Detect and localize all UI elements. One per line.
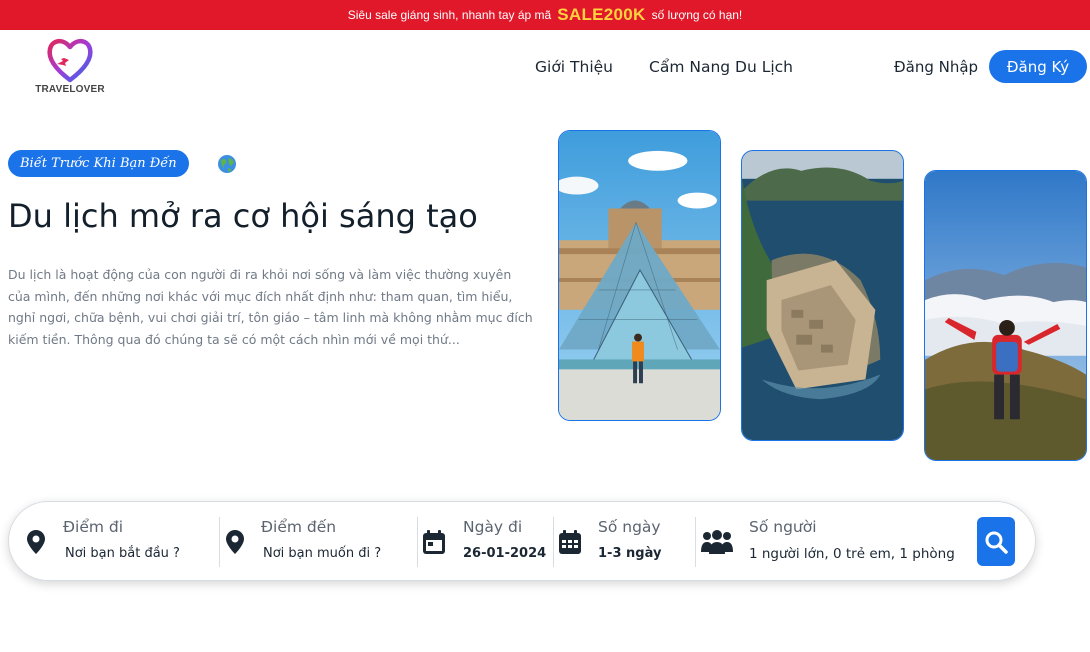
search-days-input[interactable]: 1-3 ngày [598,546,661,561]
search-icon [985,531,1008,554]
louvre-pyramid-image [559,131,720,420]
promo-text-after: số lượng có hạn! [651,8,743,22]
promo-code: SALE200K [557,5,646,24]
photo-mountain [924,170,1087,461]
hero-title: Du lịch mở ra cơ hội sáng tạo [8,197,478,235]
mountain-hiker-image [925,171,1086,460]
signup-button[interactable]: Đăng Ký [989,50,1087,83]
search-date-input[interactable]: 26-01-2024 [463,546,546,561]
island-fortress-image [742,151,903,440]
search-from-field[interactable]: Điểm đi Nơi bạn bắt đầu ? [27,502,217,582]
search-people-label: Số người [749,518,817,536]
brand-name: TRAVELOVER [35,84,105,95]
divider [553,517,554,567]
photo-fortress [741,150,904,441]
divider [219,517,220,567]
search-to-input[interactable]: Nơi bạn muốn đi ? [263,546,381,561]
heart-logo-icon [47,39,93,83]
top-nav: TRAVELOVER Giới Thiệu Cẩm Nang Du Lịch Đ… [0,30,1090,110]
promo-text-before: Siêu sale giáng sinh, nhanh tay áp mã [347,8,552,22]
search-bar: Điểm đi Nơi bạn bắt đầu ? Điểm đến Nơi b… [8,501,1036,581]
photo-louvre [558,130,721,421]
calendar-grid-icon [559,530,581,554]
nav-item-gioi-thieu[interactable]: Giới Thiệu [535,58,613,76]
search-to-label: Điểm đến [261,518,337,536]
promo-banner: Siêu sale giáng sinh, nhanh tay áp mã SA… [0,0,1090,30]
search-from-label: Điểm đi [63,518,124,536]
hero-description: Du lịch là hoạt động của con người đi ra… [8,267,533,347]
search-days-field[interactable]: Số ngày 1-3 ngày [559,502,689,582]
divider [417,517,418,567]
globe-icon [218,155,236,173]
search-days-label: Số ngày [598,518,661,536]
search-button[interactable] [977,517,1015,566]
people-group-icon [701,530,733,554]
search-date-field[interactable]: Ngày đi 26-01-2024 [423,502,553,582]
divider [695,517,696,567]
login-link[interactable]: Đăng Nhập [894,58,978,76]
search-from-input[interactable]: Nơi bạn bắt đầu ? [65,546,180,561]
search-date-label: Ngày đi [463,518,523,536]
search-people-field[interactable]: Số người 1 người lớn, 0 trẻ em, 1 phòng [701,502,961,582]
search-people-input[interactable]: 1 người lớn, 0 trẻ em, 1 phòng [749,546,955,562]
search-to-field[interactable]: Điểm đến Nơi bạn muốn đi ? [226,502,416,582]
brand-logo[interactable]: TRAVELOVER [34,34,106,95]
nav-item-cam-nang[interactable]: Cẩm Nang Du Lịch [649,58,793,76]
calendar-icon [423,530,445,554]
location-pin-icon [226,530,244,554]
hero-badge: Biết Trước Khi Bạn Đến [8,150,189,177]
location-pin-icon [27,530,45,554]
